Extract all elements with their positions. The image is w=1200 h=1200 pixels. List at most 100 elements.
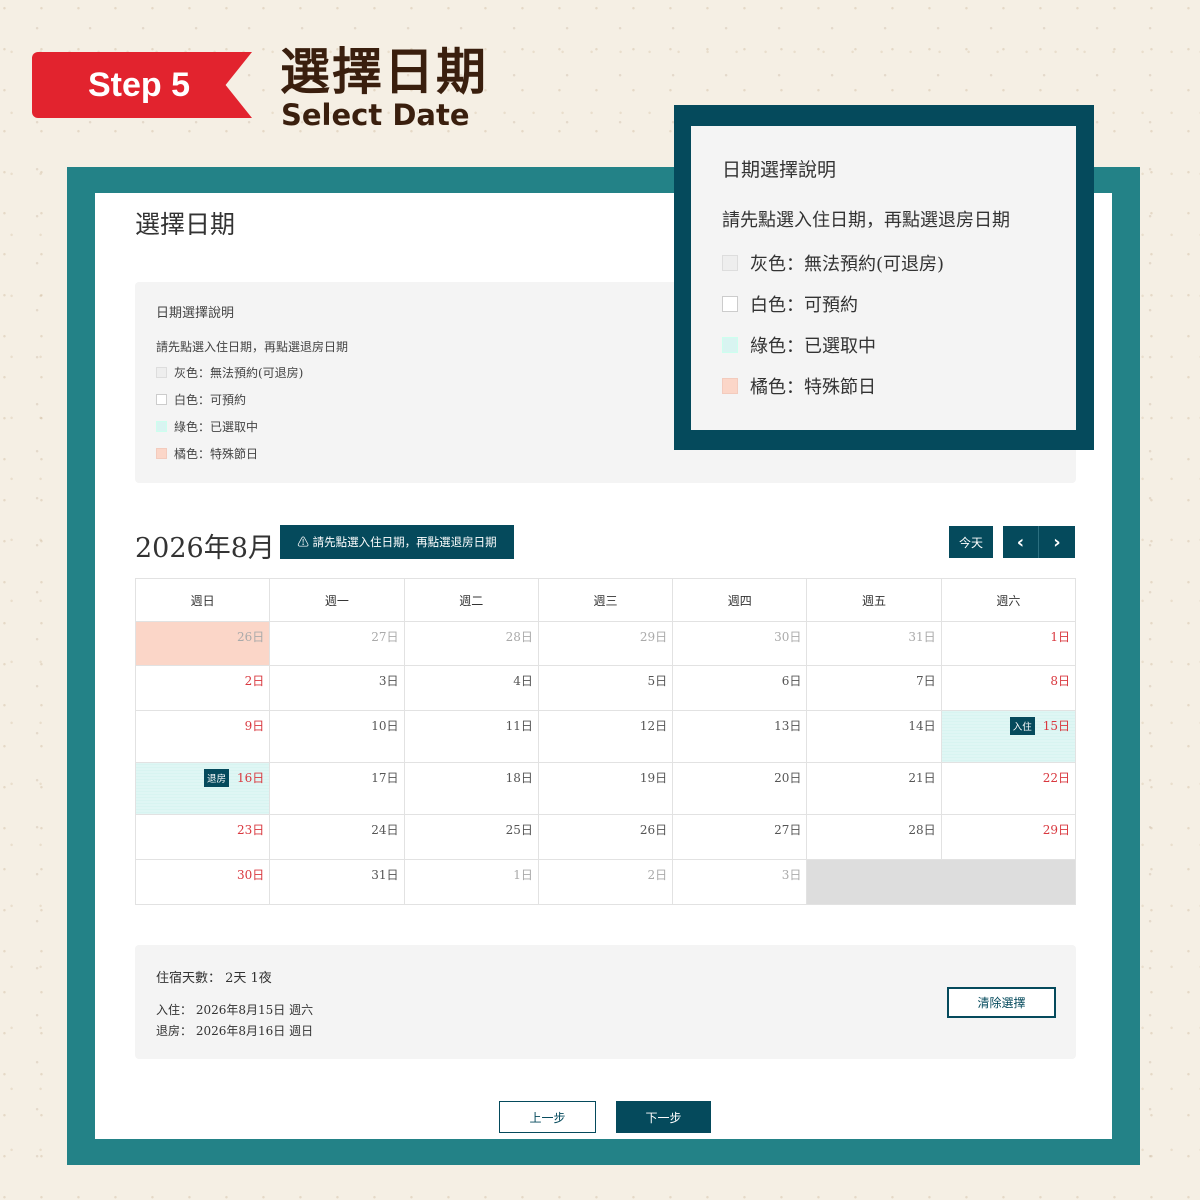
callout-item-label: 橘色：特殊節日 — [750, 377, 876, 398]
legend-item-label: 灰色：無法預約(可退房) — [174, 366, 304, 380]
weekday-fri: 週五 — [806, 578, 942, 622]
calendar-day-cell: 26日 — [134, 621, 271, 666]
calendar-day-cell[interactable]: 24日 — [269, 814, 405, 860]
callout-item-orange: 橘色：特殊節日 — [722, 373, 876, 399]
calendar-day-cell: 29日 — [537, 621, 674, 666]
chevron-right-icon: › — [1053, 531, 1061, 553]
calendar-day-cell[interactable]: 3日 — [269, 665, 405, 711]
calendar-week-row: 9日 10日 11日 12日 13日 14日 入住 15日 — [134, 710, 1077, 763]
orange-swatch — [722, 378, 738, 394]
today-button[interactable]: 今天 — [949, 526, 993, 558]
page-title: 選擇日期 — [280, 43, 488, 101]
callout-item-label: 白色：可預約 — [750, 295, 858, 316]
weekday-tue: 週二 — [403, 578, 539, 622]
calendar-day-cell: 1日 — [403, 859, 539, 905]
calendar-day-cell[interactable]: 20日 — [672, 762, 808, 815]
callout-item-white: 白色：可預約 — [722, 291, 858, 317]
calendar-day-cell[interactable]: 10日 — [269, 710, 405, 763]
callout-item-label: 綠色：已選取中 — [750, 336, 876, 357]
calendar-day-cell[interactable]: 21日 — [806, 762, 942, 815]
calendar-week-row: 26日 27日 28日 29日 30日 31日 1日 — [134, 621, 1077, 666]
calendar-day-cell[interactable]: 8日 — [940, 665, 1077, 711]
green-swatch — [156, 421, 167, 432]
calendar-day-cell[interactable]: 23日 — [134, 814, 271, 860]
panel-title: 選擇日期 — [135, 210, 236, 239]
calendar-day-cell[interactable]: 17日 — [269, 762, 405, 815]
calendar-week-row: 30日 31日 1日 2日 3日 — [134, 859, 1076, 905]
calendar-day-cell[interactable]: 29日 — [940, 814, 1077, 860]
weekday-sun: 週日 — [134, 578, 271, 622]
legend-item-white: 白色：可預約 — [156, 391, 246, 408]
calendar-day-cell[interactable]: 7日 — [806, 665, 942, 711]
calendar-day-cell: 3日 — [672, 859, 808, 905]
calendar-day-cell[interactable]: 14日 — [806, 710, 942, 763]
calendar-day-cell[interactable]: 11日 — [403, 710, 539, 763]
calendar-day-cell[interactable]: 13日 — [672, 710, 808, 763]
calendar-day-cell[interactable]: 6日 — [672, 665, 808, 711]
green-swatch — [722, 337, 738, 353]
calendar-day-cell[interactable]: 30日 — [134, 859, 271, 905]
calendar-day-cell[interactable]: 22日 — [940, 762, 1077, 815]
calendar-day-cell-checkin[interactable]: 入住 15日 — [940, 710, 1077, 763]
calendar-day-cell[interactable]: 26日 — [537, 814, 674, 860]
checkout-date: 退房： 2026年8月16日 週日 — [156, 1024, 314, 1038]
next-step-button[interactable]: 下一步 — [616, 1101, 711, 1133]
next-month-button[interactable]: › — [1039, 526, 1075, 558]
legend-item-gray: 灰色：無法預約(可退房) — [156, 364, 303, 381]
calendar-week-row: 2日 3日 4日 5日 6日 7日 8日 — [134, 665, 1077, 711]
calendar-empty-cell — [806, 859, 1076, 905]
callout-item-gray: 灰色：無法預約(可退房) — [722, 250, 944, 276]
legend-item-orange: 橘色：特殊節日 — [156, 445, 258, 462]
weekday-thu: 週四 — [672, 578, 808, 622]
step-label: Step 5 — [88, 65, 191, 104]
nights-count: 住宿天數： 2天 1夜 — [156, 971, 272, 986]
calendar-day-cell[interactable]: 31日 — [269, 859, 405, 905]
calendar-grid: 週日 週一 週二 週三 週四 週五 週六 26日 27日 28日 29日 30日… — [134, 578, 1077, 905]
orange-swatch — [156, 448, 167, 459]
weekday-sat: 週六 — [940, 578, 1077, 622]
calendar-day-cell[interactable]: 19日 — [537, 762, 674, 815]
calendar-day-cell[interactable]: 2日 — [134, 665, 271, 711]
clear-selection-button[interactable]: 清除選擇 — [947, 987, 1056, 1018]
calendar-week-row: 23日 24日 25日 26日 27日 28日 29日 — [134, 814, 1077, 860]
calendar-day-cell[interactable]: 9日 — [134, 710, 271, 763]
calendar-day-cell[interactable]: 27日 — [672, 814, 808, 860]
page-subtitle: Select Date — [281, 98, 470, 132]
checkin-tag: 入住 — [1009, 717, 1035, 735]
weekday-wed: 週三 — [537, 578, 674, 622]
calendar-day-cell[interactable]: 28日 — [806, 814, 942, 860]
day-number: 15日 — [1042, 719, 1070, 733]
legend-item-green: 綠色：已選取中 — [156, 418, 258, 435]
stay-summary: 住宿天數： 2天 1夜 入住： 2026年8月15日 週六 退房： 2026年8… — [135, 945, 1076, 1059]
previous-step-button[interactable]: 上一步 — [499, 1101, 596, 1133]
callout-desc: 請先點選入住日期，再點選退房日期 — [722, 210, 1010, 231]
hint-banner: ⚠ 請先點選入住日期，再點選退房日期 — [280, 525, 514, 559]
calendar-month: 2026年8月 — [135, 533, 275, 564]
white-swatch — [722, 296, 738, 312]
calendar-day-cell[interactable]: 5日 — [537, 665, 674, 711]
calendar-day-cell[interactable]: 18日 — [403, 762, 539, 815]
calendar-day-cell[interactable]: 4日 — [403, 665, 539, 711]
legend-item-label: 橘色：特殊節日 — [174, 447, 259, 461]
checkout-tag: 退房 — [203, 769, 229, 787]
prev-month-button[interactable]: ‹ — [1003, 526, 1039, 558]
legend-item-label: 綠色：已選取中 — [174, 420, 259, 434]
gray-swatch — [722, 255, 738, 271]
calendar-day-cell[interactable]: 25日 — [403, 814, 539, 860]
callout-item-green: 綠色：已選取中 — [722, 332, 876, 358]
callout-item-label: 灰色：無法預約(可退房) — [750, 254, 945, 275]
calendar-day-cell: 27日 — [269, 621, 405, 666]
calendar-day-cell: 30日 — [672, 621, 808, 666]
step-badge: Step 5 — [32, 52, 252, 118]
calendar-week-row: 退房 16日 17日 18日 19日 20日 21日 22日 — [134, 762, 1077, 815]
legend-title: 日期選擇說明 — [156, 306, 235, 321]
calendar-day-cell[interactable]: 1日 — [940, 621, 1077, 666]
calendar-day-cell-checkout[interactable]: 退房 16日 — [134, 762, 271, 815]
calendar-day-cell[interactable]: 12日 — [537, 710, 674, 763]
zoom-callout-content: 日期選擇說明 請先點選入住日期，再點選退房日期 灰色：無法預約(可退房) 白色：… — [691, 126, 1076, 430]
legend-desc-text: 請先點選入住日期，再點選退房日期 — [156, 340, 349, 354]
chevron-left-icon: ‹ — [1016, 531, 1025, 553]
gray-swatch — [156, 367, 167, 378]
checkin-date: 入住： 2026年8月15日 週六 — [156, 1003, 314, 1017]
weekday-mon: 週一 — [269, 578, 405, 622]
